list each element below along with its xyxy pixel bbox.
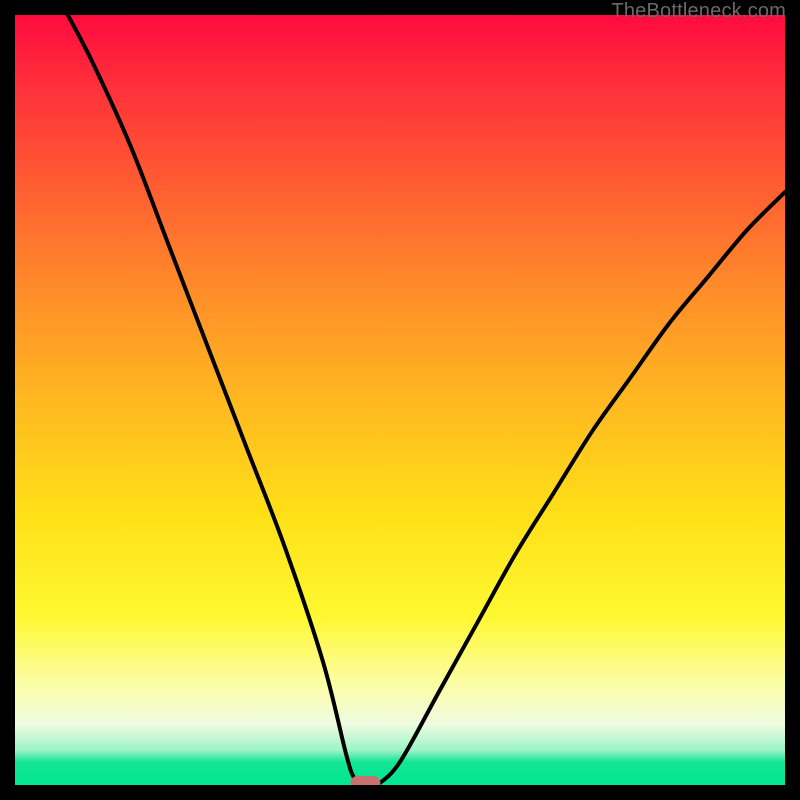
plot-area [15,15,785,785]
optimum-marker [350,776,380,785]
bottleneck-chart: TheBottleneck.com [0,0,800,800]
bottleneck-curve [65,15,785,785]
watermark-text: TheBottleneck.com [611,0,786,23]
curve-svg [15,15,785,785]
